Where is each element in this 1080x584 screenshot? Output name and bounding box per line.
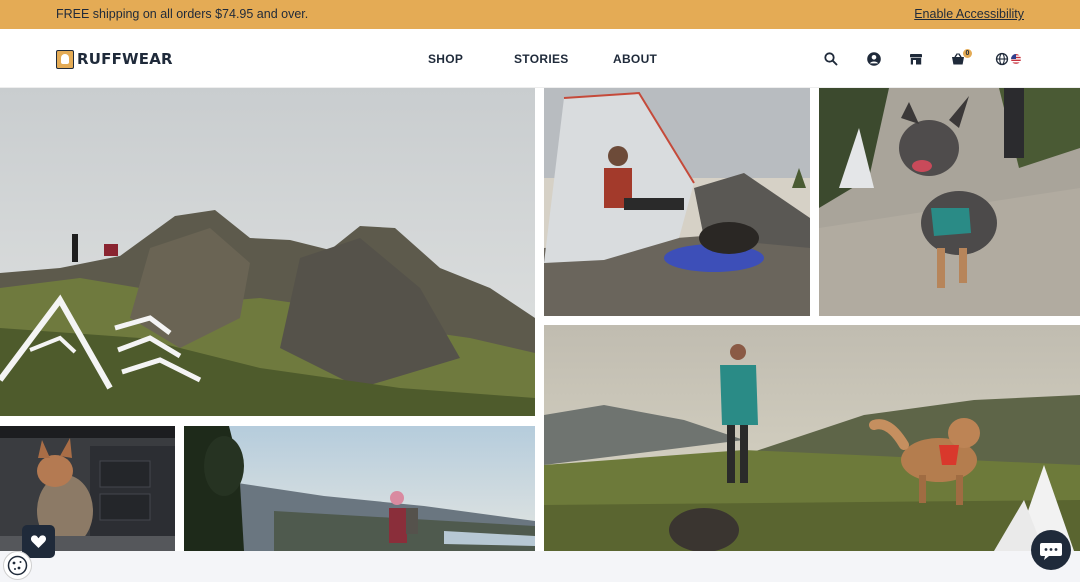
search-icon[interactable]: [823, 51, 839, 67]
free-shipping-text: FREE shipping on all orders $74.95 and o…: [56, 7, 309, 21]
dog-logo-icon: [56, 49, 74, 69]
photo-hiker-with-two-dogs-meadow[interactable]: [544, 325, 1080, 551]
enable-accessibility-link[interactable]: Enable Accessibility: [914, 7, 1024, 21]
photo-cattle-dog-on-trail[interactable]: [819, 88, 1080, 316]
main-navigation: RUFFWEAR SHOP STORIES ABOUT 0: [0, 29, 1080, 88]
chat-icon: [1040, 543, 1062, 560]
cookie-icon: [7, 555, 28, 576]
cookie-preferences-button[interactable]: [3, 551, 32, 580]
nav-shop[interactable]: SHOP: [428, 52, 463, 66]
us-flag-icon: [1011, 54, 1021, 64]
photo-hiker-at-lakeside-sunset[interactable]: [184, 426, 535, 551]
photo-mountain-ridge-hikers[interactable]: [0, 88, 535, 416]
page-bottom-strip: [0, 551, 1080, 582]
locale-selector[interactable]: [995, 51, 1023, 67]
chat-button[interactable]: [1031, 530, 1071, 570]
ruffwear-logo[interactable]: RUFFWEAR: [56, 49, 173, 69]
globe-icon: [995, 52, 1009, 66]
nav-stories[interactable]: STORIES: [514, 52, 569, 66]
account-icon[interactable]: [866, 51, 882, 67]
photo-tent-camper-with-dog[interactable]: [544, 88, 810, 316]
brand-name: RUFFWEAR: [77, 50, 173, 68]
nav-about[interactable]: ABOUT: [613, 52, 657, 66]
promo-bar: FREE shipping on all orders $74.95 and o…: [0, 0, 1080, 29]
store-icon[interactable]: [908, 51, 924, 67]
cart-count-badge: 0: [963, 49, 972, 58]
